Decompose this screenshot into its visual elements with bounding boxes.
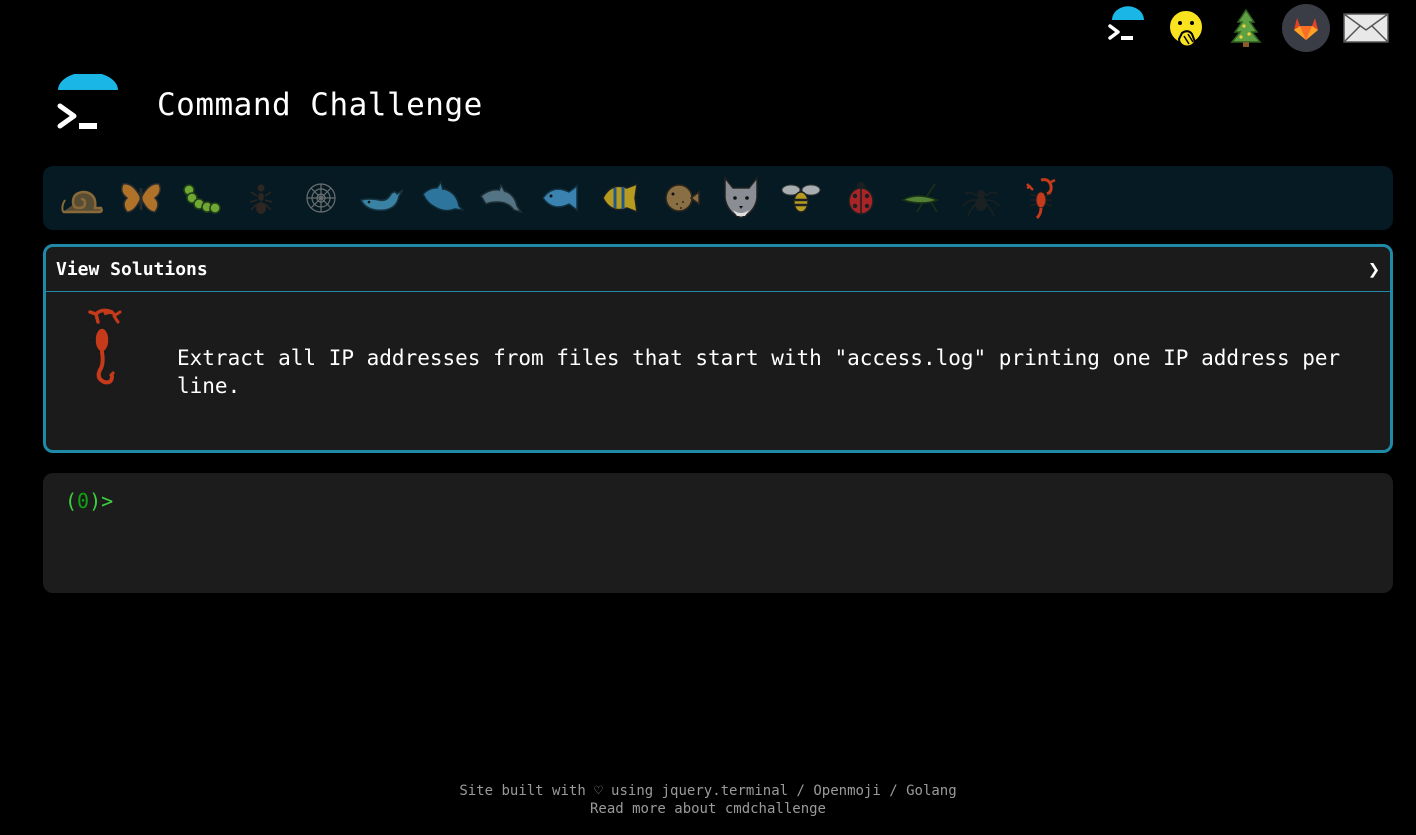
challenge-description: Extract all IP addresses from files that… [177,346,1341,398]
page: Command Challenge View Solutions ❯ Extra… [0,0,1416,835]
blowfish-icon[interactable] [651,170,711,226]
terminal[interactable]: (0)> [43,473,1393,593]
openmoji-link[interactable]: Openmoji [813,783,880,799]
footer: Site built with ♡ using jquery.terminal … [0,782,1416,818]
read-more-link[interactable]: Read more about cmdchallenge [590,801,826,817]
golang-link[interactable]: Golang [906,783,957,799]
challenge-strip [43,166,1393,230]
terminal-prompt: (0)> [65,489,114,513]
ladybug-icon[interactable] [831,170,891,226]
prompt-exit-code: 0 [77,489,90,513]
brand[interactable]: Command Challenge [55,74,483,136]
bee-icon[interactable] [771,170,831,226]
page-title: Command Challenge [157,87,483,123]
scorpion-icon[interactable] [1011,170,1071,226]
fish-icon[interactable] [531,170,591,226]
caterpillar-icon[interactable] [171,170,231,226]
tropical-fish-icon[interactable] [591,170,651,226]
wolf-icon[interactable] [711,170,771,226]
gitlab-icon[interactable] [1282,4,1330,52]
face-with-hand-over-mouth-icon[interactable] [1162,4,1210,52]
view-solutions-label: View Solutions [56,258,208,280]
chevron-right-icon: ❯ [1367,257,1380,281]
christmas-tree-icon[interactable] [1222,4,1270,52]
top-icon-bar [1102,4,1390,52]
jquery-terminal-link[interactable]: jquery.terminal [662,783,788,799]
challenge-body: Extract all IP addresses from files that… [46,292,1390,400]
snail-icon[interactable] [51,170,111,226]
view-solutions-toggle[interactable]: View Solutions ❯ [46,247,1390,292]
ant-icon[interactable] [231,170,291,226]
cmdchallenge-logo-icon [57,74,118,129]
cricket-icon[interactable] [891,170,951,226]
cmdchallenge-logo-icon[interactable] [1102,4,1150,52]
dolphin-icon[interactable] [471,170,531,226]
spider-icon[interactable] [951,170,1011,226]
spider-web-icon[interactable] [291,170,351,226]
footer-credits: Site built with ♡ using jquery.terminal … [459,783,957,799]
orca-icon[interactable] [411,170,471,226]
scorpion-icon [84,308,122,385]
challenge-panel: View Solutions ❯ Extract all IP addresse… [43,244,1393,453]
whale-icon[interactable] [351,170,411,226]
butterfly-icon[interactable] [111,170,171,226]
envelope-icon[interactable] [1342,4,1390,52]
